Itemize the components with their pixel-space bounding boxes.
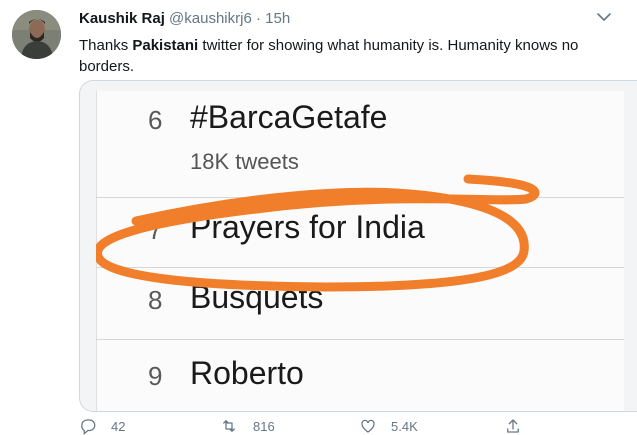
reply-count: 42 [111, 418, 126, 434]
reply-icon [81, 419, 96, 435]
avatar[interactable] [12, 10, 61, 59]
share-button[interactable] [504, 417, 522, 435]
tweet-text-bold: Pakistani [132, 37, 199, 54]
like-button[interactable]: 5.4K [359, 417, 418, 435]
tweet: Kaushik Raj @kaushikrj6 · 15h Thanks Pak… [0, 0, 637, 435]
tweet-text: Thanks Pakistani twitter for showing wha… [79, 35, 629, 77]
heart-icon [361, 419, 375, 433]
retweet-count: 816 [253, 418, 275, 434]
orange-circle-annotation [96, 174, 540, 292]
retweet-icon [223, 420, 235, 432]
more-options-icon[interactable] [592, 6, 616, 26]
like-count: 5.4K [391, 418, 418, 434]
separator-dot: · [255, 10, 261, 27]
tweet-media-image[interactable]: 6 #BarcaGetafe 18K tweets 7 Prayers for … [79, 80, 637, 412]
tweet-text-prefix: Thanks [79, 37, 133, 54]
author-name[interactable]: Kaushik Raj [79, 10, 165, 27]
author-handle[interactable]: @kaushikrj6 [169, 10, 252, 27]
tweet-header: Kaushik Raj @kaushikrj6 · 15h [79, 9, 290, 29]
timestamp[interactable]: 15h [265, 10, 290, 27]
share-icon [507, 419, 519, 433]
trends-screenshot: 6 #BarcaGetafe 18K tweets 7 Prayers for … [96, 91, 624, 411]
tweet-actions: 42 816 5.4K [79, 417, 619, 435]
retweet-button[interactable]: 816 [219, 417, 275, 435]
avatar-photo [12, 10, 61, 59]
reply-button[interactable]: 42 [79, 417, 125, 435]
